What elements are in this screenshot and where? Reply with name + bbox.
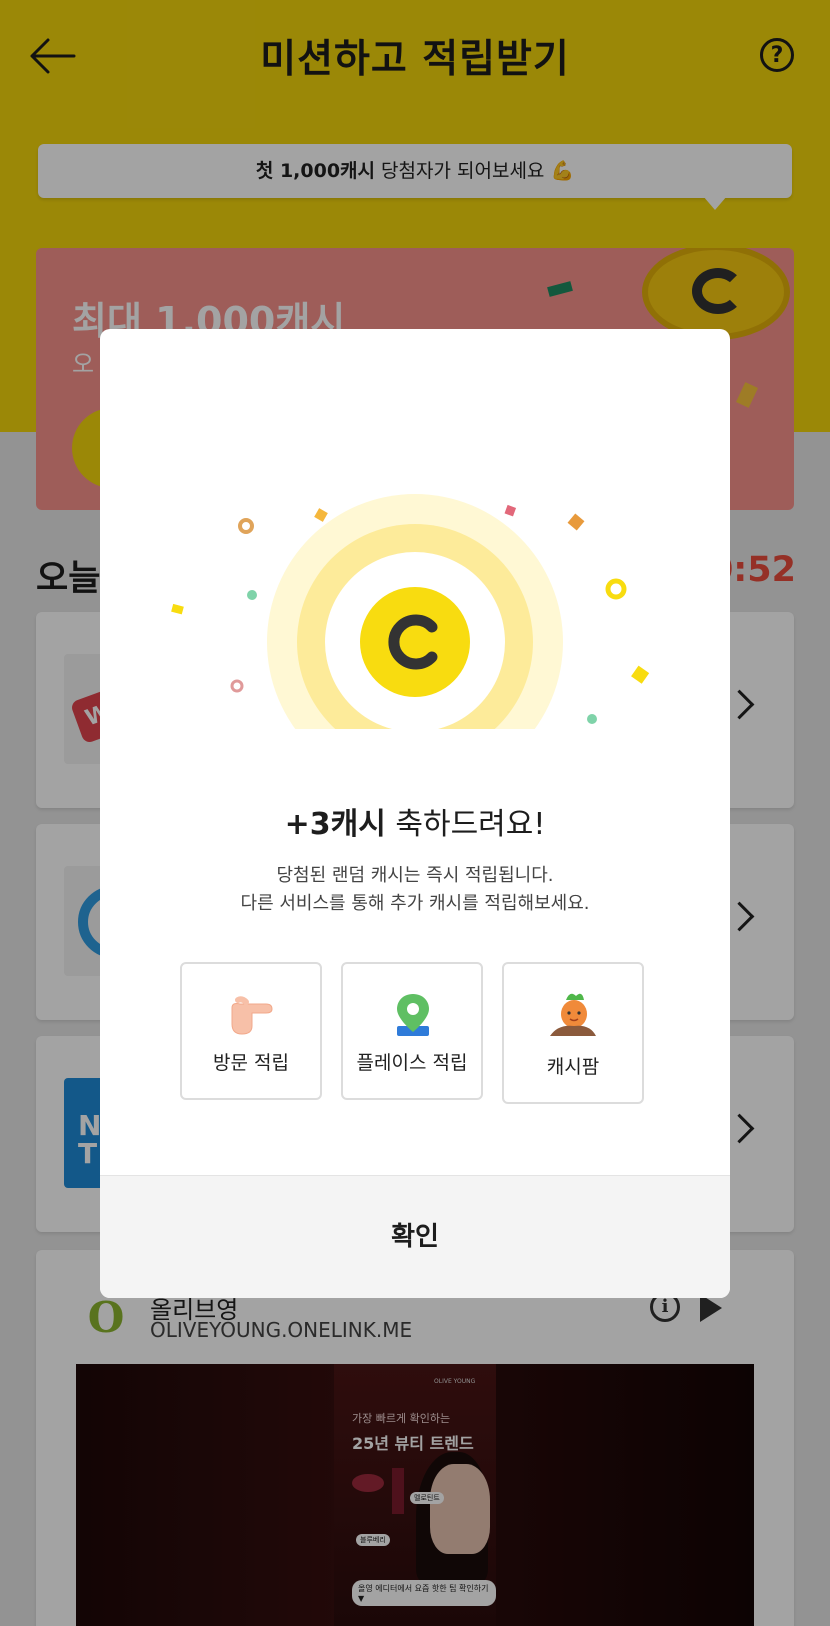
reward-modal: +3캐시 축하드려요! 당첨된 랜덤 캐시는 즉시 적립됩니다. 다른 서비스를… <box>100 329 730 1298</box>
place-reward-button[interactable]: 플레이스 적립 <box>341 962 483 1100</box>
confetti-piece <box>567 513 585 531</box>
place-reward-label: 플레이스 적립 <box>356 1052 468 1074</box>
confetti-dot <box>587 714 597 724</box>
modal-description-line2: 다른 서비스를 통해 추가 캐시를 적립해보세요. <box>240 893 590 914</box>
celebration-graphic <box>171 494 650 729</box>
visit-reward-label: 방문 적립 <box>213 1052 289 1074</box>
modal-title-text: 축하드려요! <box>385 807 546 842</box>
confetti-ring <box>605 578 627 600</box>
cash-farm-label: 캐시팜 <box>546 1056 600 1078</box>
confetti-piece <box>631 665 650 684</box>
cash-farm-button[interactable]: 캐시팜 <box>502 962 644 1104</box>
coin-icon <box>360 587 470 697</box>
confirm-button[interactable]: 확인 <box>100 1175 730 1298</box>
modal-description-line1: 당첨된 랜덤 캐시는 즉시 적립됩니다. <box>276 865 554 886</box>
confetti-piece <box>314 508 328 522</box>
confetti-piece <box>504 504 517 517</box>
confetti-piece <box>171 603 184 615</box>
confetti-ring <box>238 518 254 534</box>
modal-title: +3캐시 축하드려요! <box>100 799 730 843</box>
confetti-ring <box>230 679 244 693</box>
map-pin-icon <box>397 994 429 1036</box>
pointing-hand-icon <box>231 996 273 1035</box>
modal-title-amount: +3캐시 <box>284 807 386 842</box>
confetti-dot <box>247 590 257 600</box>
carrot-character-icon <box>550 993 596 1036</box>
visit-reward-button[interactable]: 방문 적립 <box>180 962 322 1100</box>
